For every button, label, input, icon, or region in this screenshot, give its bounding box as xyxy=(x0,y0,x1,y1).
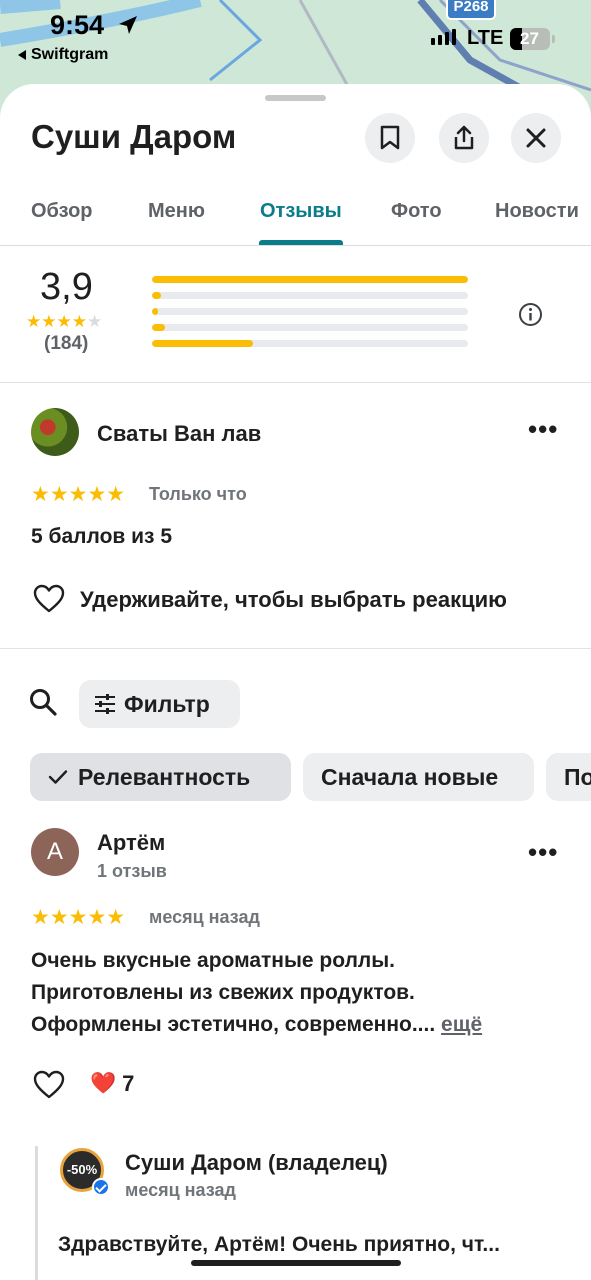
heart-icon[interactable] xyxy=(33,1070,65,1100)
sort-newest-chip[interactable]: Сначала новые xyxy=(303,753,534,801)
sort-more-chip[interactable]: По xyxy=(546,753,591,801)
avatar[interactable]: А xyxy=(31,828,79,876)
avatar[interactable] xyxy=(31,408,79,456)
rating-bar-fill xyxy=(152,292,162,299)
place-title: Суши Даром xyxy=(31,118,237,155)
rating-bar-4 xyxy=(152,292,468,299)
review-text-line: Приготовлены из свежих продуктов. xyxy=(31,981,415,1004)
battery-cap xyxy=(552,35,555,43)
battery-icon: 27 xyxy=(510,28,550,50)
sort-relevance-chip[interactable]: Релевантность xyxy=(30,753,291,801)
review-text-line-3: Оформлены эстетично, современно.... xyxy=(31,1013,436,1036)
reply-indent-line xyxy=(35,1146,38,1280)
check-icon xyxy=(48,770,68,784)
divider xyxy=(0,648,591,649)
rating-bar-fill xyxy=(152,276,468,283)
rating-bar-3 xyxy=(152,308,468,315)
my-review-stars: ★★★★★ xyxy=(31,483,126,506)
average-rating: 3,9 xyxy=(40,266,93,308)
filter-label: Фильтр xyxy=(124,690,210,717)
sort-relevance-label: Релевантность xyxy=(78,763,251,790)
rating-bar-fill xyxy=(152,308,159,315)
share-icon xyxy=(454,125,474,150)
review-author[interactable]: Артём xyxy=(97,830,165,856)
status-bar: 9:54 Swiftgram LTE 27 xyxy=(0,0,591,80)
battery-level: 27 xyxy=(520,29,539,48)
back-app-label: Swiftgram xyxy=(31,46,109,63)
bookmark-icon xyxy=(380,125,400,150)
more-options-icon[interactable]: ••• xyxy=(528,837,558,868)
verified-badge-icon xyxy=(92,1178,110,1196)
review-text-line: Оформлены эстетично, современно.... ещё xyxy=(31,1009,482,1041)
rating-count: (184) xyxy=(44,333,89,354)
info-icon[interactable] xyxy=(518,302,543,327)
heart-reaction-icon: ❤️ xyxy=(90,1072,117,1095)
back-to-app-link[interactable]: Swiftgram xyxy=(18,46,108,64)
empty-star: ★ xyxy=(86,312,103,331)
signal-icon xyxy=(431,29,456,45)
read-more-link[interactable]: ещё xyxy=(441,1013,482,1036)
tab-overview[interactable]: Обзор xyxy=(31,200,93,223)
close-button[interactable] xyxy=(511,113,561,163)
rating-bar-5 xyxy=(152,276,468,283)
home-indicator xyxy=(191,1260,401,1266)
back-triangle-icon xyxy=(18,50,26,60)
sheet-grabber[interactable] xyxy=(265,95,326,101)
tab-photos[interactable]: Фото xyxy=(391,200,442,223)
close-icon xyxy=(526,128,546,148)
tab-bar: Обзор Меню Отзывы Фото Новости xyxy=(0,182,591,246)
sort-more-label: По xyxy=(564,763,591,790)
active-tab-indicator xyxy=(259,240,343,245)
divider xyxy=(0,382,591,383)
reaction-hint[interactable]: Удерживайте, чтобы выбрать реакцию xyxy=(80,584,507,616)
save-button[interactable] xyxy=(365,113,415,163)
my-review-time: Только что xyxy=(149,484,247,504)
place-sheet: Суши Даром Обзор Меню Отзывы Фото Новост… xyxy=(0,84,591,1280)
owner-reply-time: месяц назад xyxy=(125,1180,236,1200)
reaction-summary[interactable]: ❤️ 7 xyxy=(90,1071,134,1097)
status-time: 9:54 xyxy=(50,10,105,40)
review-text-line: Очень вкусные ароматные роллы. xyxy=(31,949,396,972)
more-options-icon[interactable]: ••• xyxy=(528,414,558,445)
rating-bar-2 xyxy=(152,324,468,331)
my-review-author[interactable]: Сваты Ван лав xyxy=(97,421,261,447)
search-icon[interactable] xyxy=(28,687,58,717)
review-stars: ★★★★★ xyxy=(31,906,126,929)
heart-icon[interactable] xyxy=(33,584,65,614)
review-time: месяц назад xyxy=(149,907,260,927)
location-arrow-icon xyxy=(119,16,137,34)
rating-bar-1 xyxy=(152,340,468,347)
my-review-text: 5 баллов из 5 xyxy=(31,525,173,548)
network-label: LTE xyxy=(467,27,504,49)
tab-news[interactable]: Новости xyxy=(495,200,579,223)
review-author-count: 1 отзыв xyxy=(97,861,167,881)
filter-button[interactable]: Фильтр xyxy=(79,680,240,728)
owner-reply-text: Здравствуйте, Артём! Очень приятно, чт..… xyxy=(58,1233,500,1256)
filter-sliders-icon xyxy=(95,694,115,714)
rating-bar-fill xyxy=(152,324,165,331)
sort-newest-label: Сначала новые xyxy=(321,763,499,790)
tab-reviews[interactable]: Отзывы xyxy=(260,200,342,223)
reaction-count: 7 xyxy=(122,1071,135,1096)
owner-reply-author: Суши Даром (владелец) xyxy=(125,1150,388,1175)
tab-menu[interactable]: Меню xyxy=(148,200,205,223)
filled-stars: ★★★★ xyxy=(26,312,87,331)
average-stars: ★★★★★ xyxy=(26,312,102,332)
share-button[interactable] xyxy=(439,113,489,163)
rating-bar-fill xyxy=(152,340,254,347)
